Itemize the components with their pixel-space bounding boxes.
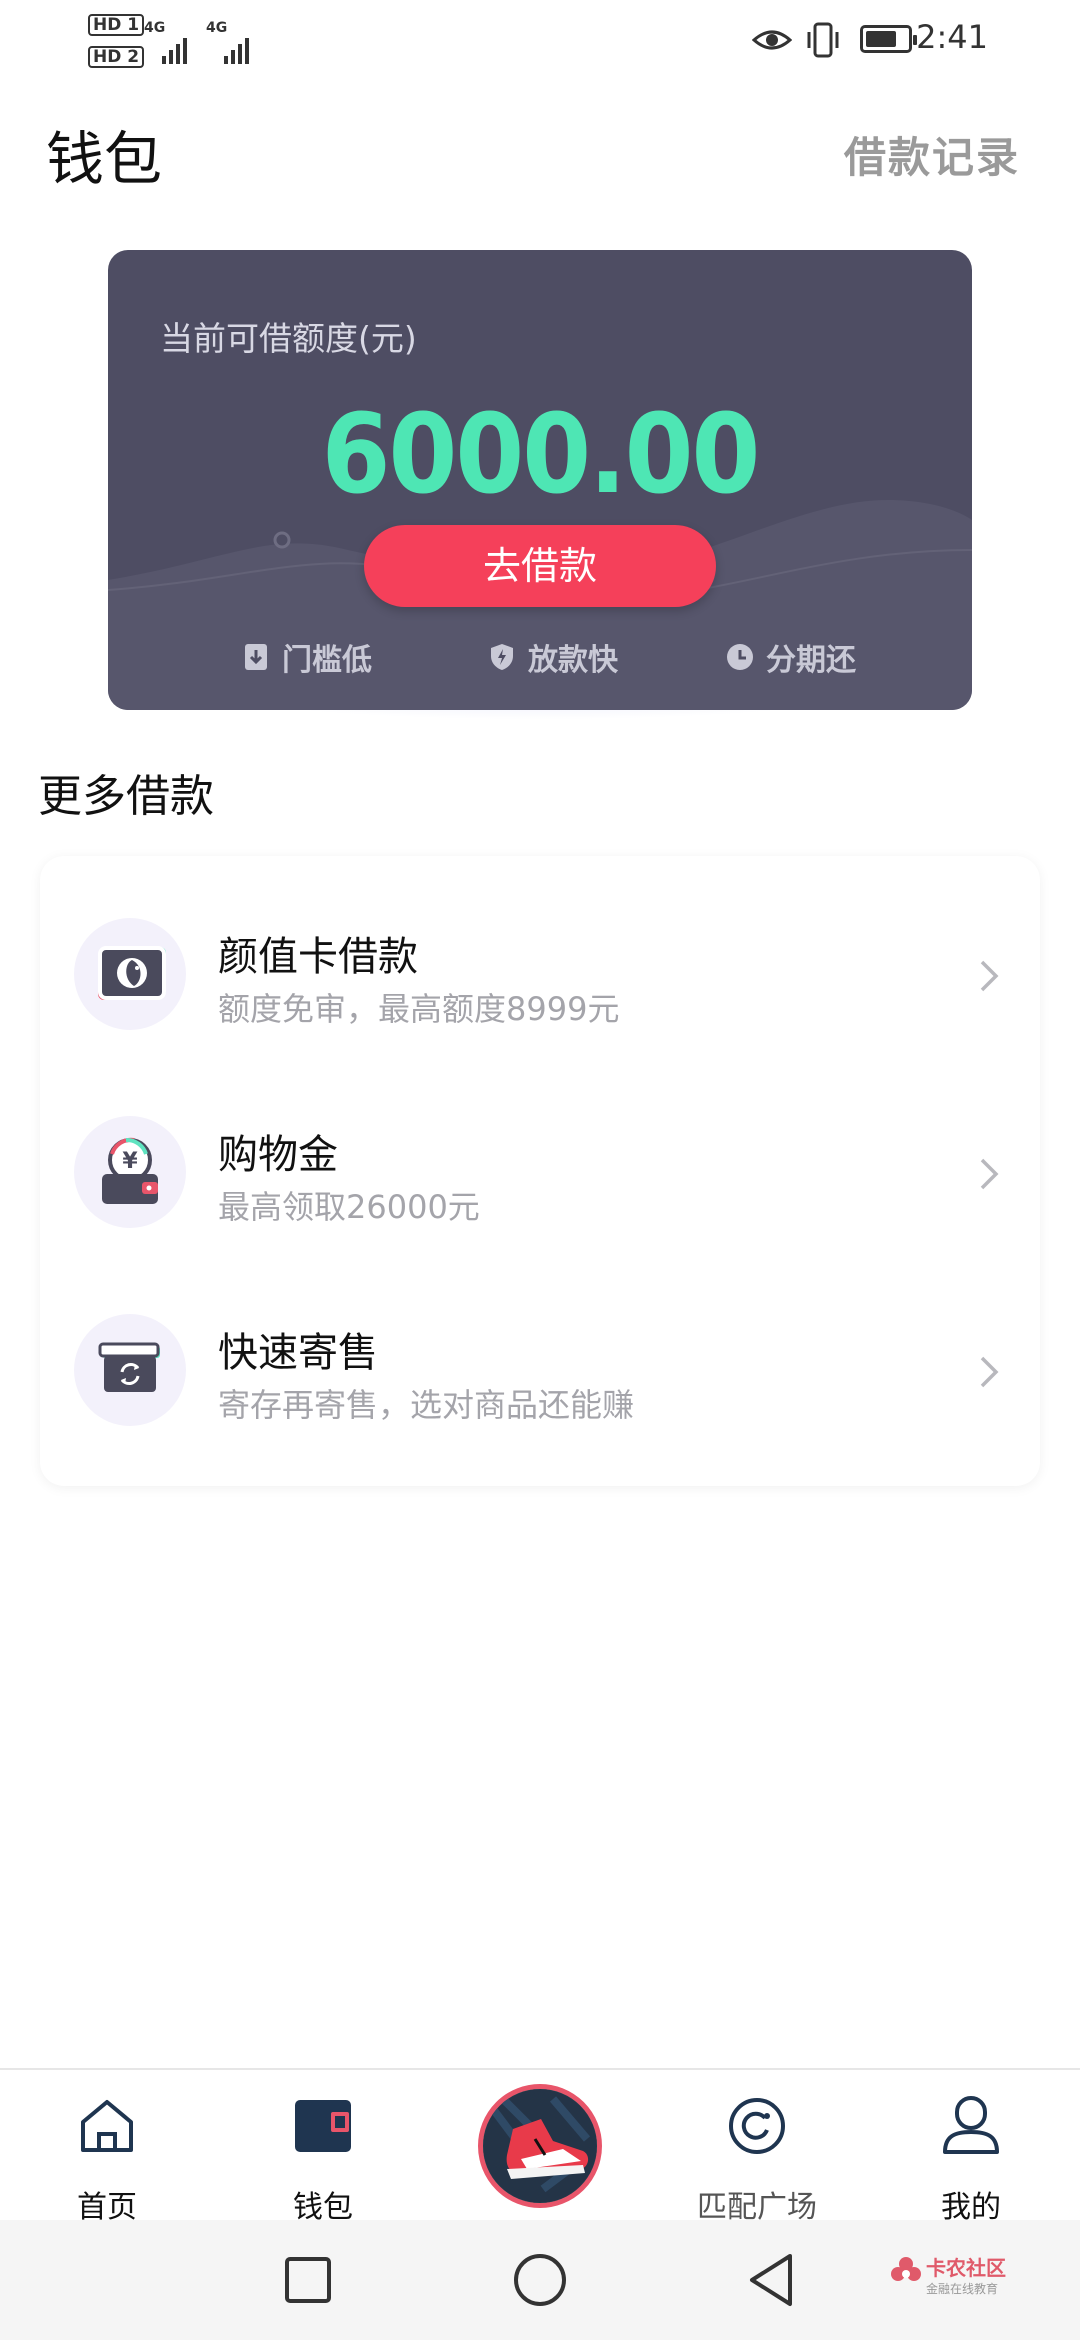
card-features: 门槛低 放款快 分期还	[108, 632, 972, 682]
profile-icon	[943, 2096, 999, 2154]
status-right: 2:41	[752, 0, 1080, 80]
watermark-name: 卡农社区	[926, 2256, 1006, 2280]
status-bar: HD 1 HD 2 4G 4G 2:41	[0, 0, 1080, 80]
match-icon	[729, 2098, 785, 2154]
page-title: 钱包	[46, 125, 163, 193]
clock-icon	[726, 643, 754, 671]
chevron-right-icon	[980, 960, 999, 992]
home-circle-icon[interactable]	[510, 2250, 570, 2310]
signal-indicators: HD 1 HD 2 4G 4G	[88, 10, 268, 72]
watermark-sub: 金融在线教育	[926, 2282, 999, 2296]
credit-card: 当前可借额度(元) 6000.00 去借款 门槛低 放款快 分期还	[108, 250, 972, 710]
chevron-right-icon	[980, 1356, 999, 1388]
shopping-wallet-icon: ¥	[74, 1116, 186, 1228]
loan-item-desc: 额度免审，最高额度8999元	[218, 990, 620, 1028]
feature-fast-payout: 放款快	[488, 632, 618, 682]
signal-bars-1-icon	[162, 38, 187, 64]
battery-level	[866, 31, 896, 47]
sneaker-icon	[483, 2089, 597, 2203]
available-credit-label: 当前可借额度(元)	[160, 319, 417, 358]
back-triangle-icon[interactable]	[742, 2250, 802, 2310]
more-loans-title: 更多借款	[38, 771, 214, 822]
system-nav-bar: 卡农社区 金融在线教育	[0, 2220, 1080, 2340]
signal-bars-2-icon	[224, 38, 249, 64]
tab-sneaker-center[interactable]	[478, 2084, 602, 2208]
borrow-button[interactable]: 去借款	[364, 525, 716, 607]
loan-item-desc: 最高领取26000元	[218, 1188, 480, 1226]
tab-match-square[interactable]: 匹配广场	[682, 2070, 832, 2225]
more-loans-list: 颜值卡借款 额度免审，最高额度8999元 ¥ 购物金 最高领取26000元 快速…	[40, 856, 1040, 1486]
loan-item-shopping-credit[interactable]: ¥ 购物金 最高领取26000元	[40, 1054, 1040, 1252]
wallet-icon	[295, 2100, 351, 2152]
svg-text:¥: ¥	[122, 1149, 138, 1174]
flower-logo-icon	[891, 2257, 921, 2281]
watermark: 卡农社区 金融在线教育	[890, 2250, 1020, 2310]
vibrate-icon	[807, 22, 839, 58]
loan-item-face-card[interactable]: 颜值卡借款 额度免审，最高额度8999元	[40, 856, 1040, 1054]
consign-box-icon	[74, 1314, 186, 1426]
feature-label: 门槛低	[282, 643, 372, 678]
chevron-right-icon	[980, 1158, 999, 1190]
tab-profile[interactable]: 我的	[896, 2070, 1046, 2225]
loan-item-desc: 寄存再寄售，选对商品还能赚	[218, 1386, 635, 1424]
battery-icon	[860, 25, 917, 53]
loan-item-title: 颜值卡借款	[218, 934, 418, 980]
sim1-label: HD 1	[88, 14, 145, 36]
tab-home[interactable]: 首页	[32, 2070, 182, 2225]
feature-label: 放款快	[528, 643, 618, 678]
sim2-label: HD 2	[88, 46, 145, 68]
network-type-1: 4G	[144, 20, 166, 36]
face-card-icon	[74, 918, 186, 1030]
network-type-2: 4G	[206, 20, 228, 36]
shield-bolt-icon	[488, 643, 516, 671]
download-doc-icon	[242, 643, 270, 671]
loan-item-title: 快速寄售	[218, 1330, 378, 1376]
tab-wallet[interactable]: 钱包	[248, 2070, 398, 2225]
feature-low-threshold: 门槛低	[242, 632, 372, 682]
status-time: 2:41	[916, 18, 988, 56]
loan-item-title: 购物金	[218, 1132, 338, 1178]
feature-installment: 分期还	[726, 632, 856, 682]
available-credit-amount: 6000.00	[321, 390, 761, 518]
home-icon	[81, 2100, 133, 2152]
recents-square-icon[interactable]	[278, 2250, 338, 2310]
loan-records-link[interactable]: 借款记录	[844, 124, 1020, 185]
eye-comfort-icon	[752, 30, 792, 50]
feature-label: 分期还	[766, 643, 856, 678]
loan-item-quick-consign[interactable]: 快速寄售 寄存再寄售，选对商品还能赚	[40, 1252, 1040, 1450]
